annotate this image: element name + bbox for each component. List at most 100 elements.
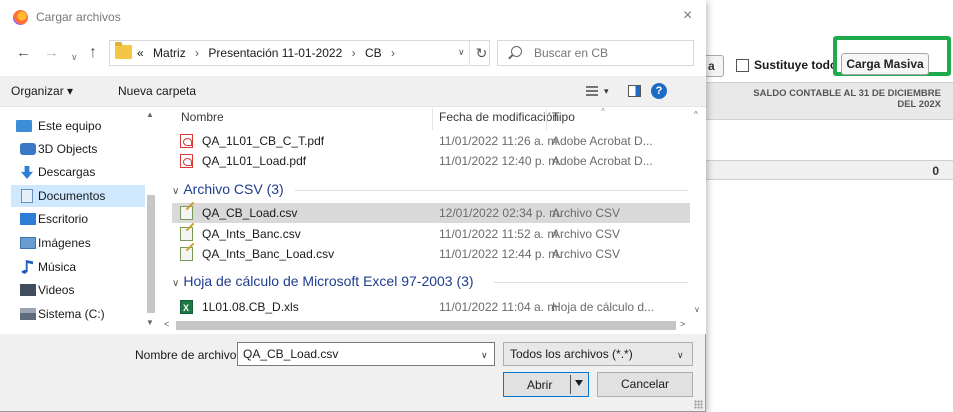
pictures-icon — [20, 237, 36, 249]
back-arrow-icon[interactable]: ← — [16, 45, 31, 61]
open-options-arrow-icon[interactable] — [575, 380, 583, 386]
filename-dropdown-chevron-icon[interactable]: ∨ — [481, 350, 488, 361]
pdf-icon — [180, 154, 193, 168]
group-divider — [494, 282, 688, 283]
forward-arrow-icon[interactable]: → — [44, 45, 59, 61]
group-collapse-chevron-icon[interactable]: ∨ — [172, 186, 179, 197]
nav-item-label: Sistema (C:) — [38, 307, 105, 321]
file-name: 1L01.08.CB_D.xls — [202, 300, 299, 314]
nav-item-este-equipo[interactable]: Este equipo — [16, 115, 156, 137]
column-header-type[interactable]: Tipo — [552, 110, 575, 124]
bulk-load-button[interactable]: Carga Masiva — [841, 53, 929, 75]
column-divider[interactable] — [546, 108, 547, 130]
group-header-xls[interactable]: ∨ Hoja de cálculo de Microsoft Excel 97-2… — [172, 272, 474, 293]
nav-item-label: Descargas — [38, 165, 96, 179]
group-collapse-chevron-icon[interactable]: ∨ — [172, 278, 179, 289]
pdf-icon — [180, 134, 193, 148]
navigation-pane: Este equipo 3D Objects Descargas Documen… — [0, 107, 157, 333]
scroll-down-icon[interactable]: ∨ — [694, 305, 700, 314]
filter-dropdown-chevron-icon[interactable]: ∨ — [677, 350, 684, 361]
nav-item-sistema[interactable]: Sistema (C:) — [16, 303, 156, 325]
balance-cell-value: 0 — [932, 164, 939, 178]
command-bar — [0, 76, 706, 106]
breadcrumb-overflow[interactable]: « — [137, 46, 144, 60]
column-header-name[interactable]: Nombre — [181, 110, 224, 124]
file-open-dialog: Cargar archivos × ← → ∨ ↑ « Matriz › Pre… — [0, 0, 706, 412]
file-name: QA_Ints_Banc.csv — [202, 227, 301, 241]
breadcrumb-item[interactable]: CB — [365, 46, 382, 60]
filename-label: Nombre de archivo: — [135, 348, 240, 362]
nav-item-imagenes[interactable]: Imágenes — [16, 232, 156, 254]
help-icon[interactable]: ? — [651, 83, 667, 99]
nav-item-3d-objects[interactable]: 3D Objects — [16, 138, 156, 160]
preview-pane-icon[interactable] — [628, 85, 641, 97]
scroll-down-icon[interactable]: ▼ — [146, 318, 154, 327]
open-button-label: Abrir — [527, 378, 553, 392]
group-divider — [295, 190, 688, 191]
up-arrow-icon[interactable]: ↑ — [89, 45, 97, 61]
nav-item-descargas[interactable]: Descargas — [16, 161, 156, 183]
file-date: 11/01/2022 11:26 a. m. — [439, 134, 561, 148]
nav-item-videos[interactable]: Videos — [16, 279, 156, 301]
file-date: 11/01/2022 11:04 a. m. — [439, 300, 561, 314]
address-dropdown-chevron-icon[interactable]: ∨ — [458, 47, 465, 58]
breadcrumb-separator-icon: › — [195, 46, 200, 60]
file-name: QA_1L01_Load.pdf — [202, 154, 307, 168]
view-options-chevron-icon[interactable]: ▾ — [604, 86, 609, 97]
nav-item-label: Imágenes — [38, 236, 91, 250]
3d-objects-icon — [20, 143, 36, 155]
nav-item-musica[interactable]: Música — [16, 256, 156, 278]
replace-all-checkbox[interactable] — [736, 59, 749, 72]
folder-icon — [115, 42, 132, 59]
dialog-title: Cargar archivos — [36, 10, 121, 24]
documents-icon — [21, 189, 33, 203]
filename-input[interactable]: QA_CB_Load.csv — [237, 342, 495, 366]
download-icon — [21, 166, 33, 179]
scroll-right-icon[interactable]: > — [680, 319, 685, 329]
nav-item-label: Videos — [38, 283, 75, 297]
organize-menu-button[interactable]: Organizar ▾ — [11, 84, 73, 98]
file-type: Archivo CSV — [552, 206, 621, 220]
breadcrumb-item[interactable]: Presentación 11-01-2022 — [208, 46, 342, 60]
view-options-icon[interactable] — [586, 86, 598, 96]
file-list-vertical-scrollbar[interactable] — [692, 107, 705, 318]
new-folder-button[interactable]: Nueva carpeta — [118, 84, 196, 98]
file-row[interactable]: QA_Ints_Banc.csv 11/01/2022 11:52 a. m. … — [172, 224, 690, 244]
firefox-icon — [13, 10, 28, 25]
background-table-row — [706, 160, 953, 180]
background-button-fragment[interactable]: a — [706, 55, 724, 77]
file-date: 11/01/2022 12:40 p. m. — [439, 154, 562, 168]
open-split-divider — [570, 375, 571, 394]
sort-caret-icon: ^ — [601, 107, 605, 116]
navigation-pane-scroll-thumb[interactable] — [147, 195, 155, 313]
file-type: Archivo CSV — [552, 227, 621, 241]
resize-grip-icon[interactable] — [694, 400, 703, 409]
file-row-selected[interactable]: QA_CB_Load.csv 12/01/2022 02:34 p. m. Ar… — [172, 203, 690, 223]
refresh-icon[interactable]: ↻ — [469, 41, 493, 65]
music-icon — [21, 260, 33, 274]
scroll-up-icon[interactable]: ▲ — [146, 110, 154, 119]
cancel-button[interactable]: Cancelar — [597, 372, 693, 397]
column-header-date[interactable]: Fecha de modificación — [439, 110, 559, 124]
close-icon[interactable]: × — [683, 8, 692, 24]
horizontal-scroll-thumb[interactable] — [176, 321, 676, 330]
nav-item-escritorio[interactable]: Escritorio — [16, 208, 156, 230]
breadcrumb: « Matriz › Presentación 11-01-2022 › CB … — [137, 46, 401, 60]
file-row[interactable]: QA_1L01_CB_C_T.pdf 11/01/2022 11:26 a. m… — [172, 131, 690, 151]
scroll-up-icon[interactable]: ^ — [694, 110, 698, 119]
excel-icon — [180, 298, 193, 318]
file-row[interactable]: QA_1L01_Load.pdf 11/01/2022 12:40 p. m. … — [172, 151, 690, 171]
group-header-csv[interactable]: ∨ Archivo CSV (3) — [172, 180, 284, 201]
scroll-left-icon[interactable]: < — [164, 319, 169, 329]
column-divider[interactable] — [432, 108, 433, 130]
file-row[interactable]: 1L01.08.CB_D.xls 11/01/2022 11:04 a. m. … — [172, 297, 690, 318]
file-name: QA_CB_Load.csv — [202, 206, 298, 220]
nav-item-documentos[interactable]: Documentos — [11, 185, 145, 207]
breadcrumb-separator-icon: › — [351, 46, 356, 60]
recent-locations-chevron-icon[interactable]: ∨ — [71, 49, 78, 65]
file-row[interactable]: QA_Ints_Banc_Load.csv 11/01/2022 12:44 p… — [172, 244, 690, 264]
file-type: Adobe Acrobat D... — [552, 154, 653, 168]
file-type-filter-select[interactable]: Todos los archivos (*.*) — [503, 342, 693, 366]
file-date: 12/01/2022 02:34 p. m. — [439, 206, 563, 220]
breadcrumb-item[interactable]: Matriz — [153, 46, 186, 60]
